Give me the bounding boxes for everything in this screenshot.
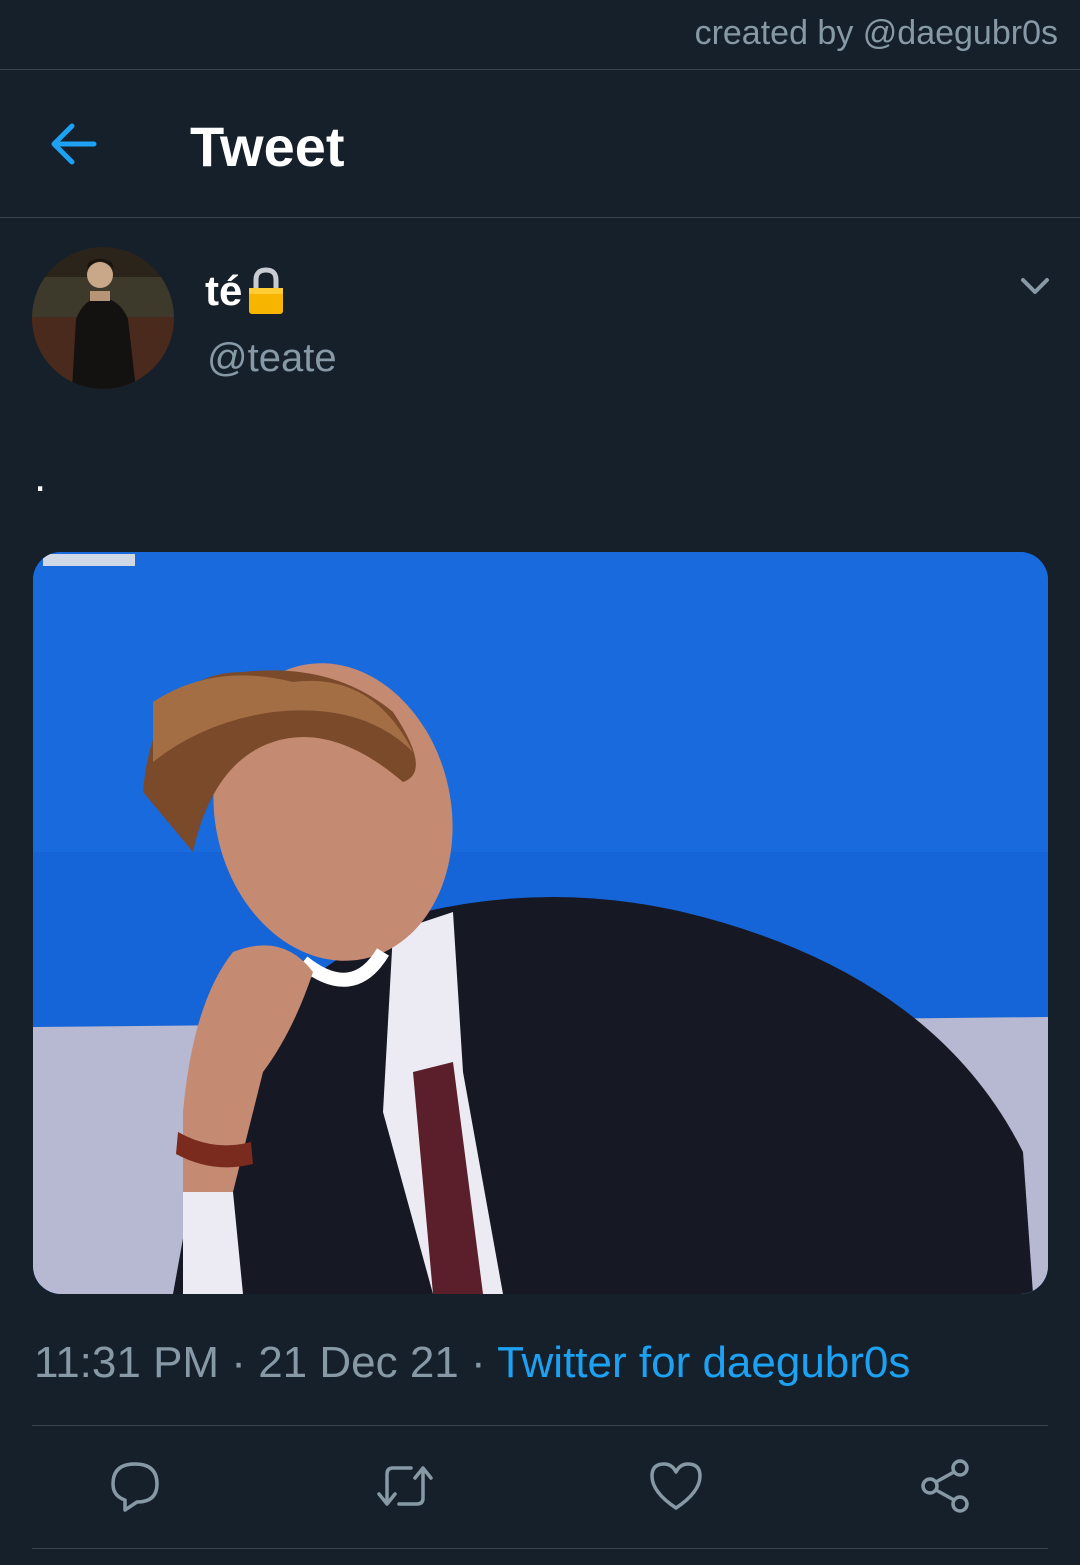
share-icon	[921, 1459, 969, 1513]
tweet-date[interactable]: 21 Dec 21	[258, 1338, 459, 1387]
tweet-time[interactable]: 11:31 PM	[34, 1338, 219, 1387]
share-button[interactable]	[918, 1458, 974, 1514]
chevron-down-icon	[1021, 278, 1049, 294]
divider	[32, 1548, 1048, 1549]
media-image	[33, 552, 1048, 1294]
avatar[interactable]	[32, 247, 174, 389]
tweet-media[interactable]	[33, 552, 1048, 1294]
arrow-left-icon	[51, 123, 97, 165]
author-handle[interactable]: @teate	[207, 336, 337, 381]
reply-button[interactable]	[107, 1458, 163, 1514]
page-title: Tweet	[190, 115, 345, 178]
retweet-icon	[377, 1466, 433, 1506]
tweet-metadata: 11:31 PM · 21 Dec 21 · Twitter for daegu…	[34, 1338, 910, 1388]
retweet-button[interactable]	[375, 1458, 433, 1514]
avatar-photo	[32, 247, 174, 389]
tweet-source-link[interactable]: Twitter for daegubr0s	[497, 1338, 910, 1387]
display-name-text: té	[205, 267, 243, 314]
back-button[interactable]	[44, 116, 104, 172]
heart-icon	[650, 1462, 702, 1510]
author-display-name[interactable]: té	[205, 266, 286, 316]
tweet-options-button[interactable]	[1014, 266, 1056, 306]
meta-separator: ·	[219, 1338, 259, 1387]
top-app-bar: Tweet	[0, 70, 1080, 218]
reply-icon	[111, 1462, 159, 1512]
meta-separator: ·	[458, 1338, 498, 1387]
lock-icon	[249, 267, 284, 314]
divider	[32, 1425, 1048, 1426]
like-button[interactable]	[648, 1458, 704, 1514]
creator-credit: created by @daegubr0s	[694, 14, 1058, 52]
tweet-text: .	[34, 452, 47, 501]
credit-bar: created by @daegubr0s	[0, 0, 1080, 70]
